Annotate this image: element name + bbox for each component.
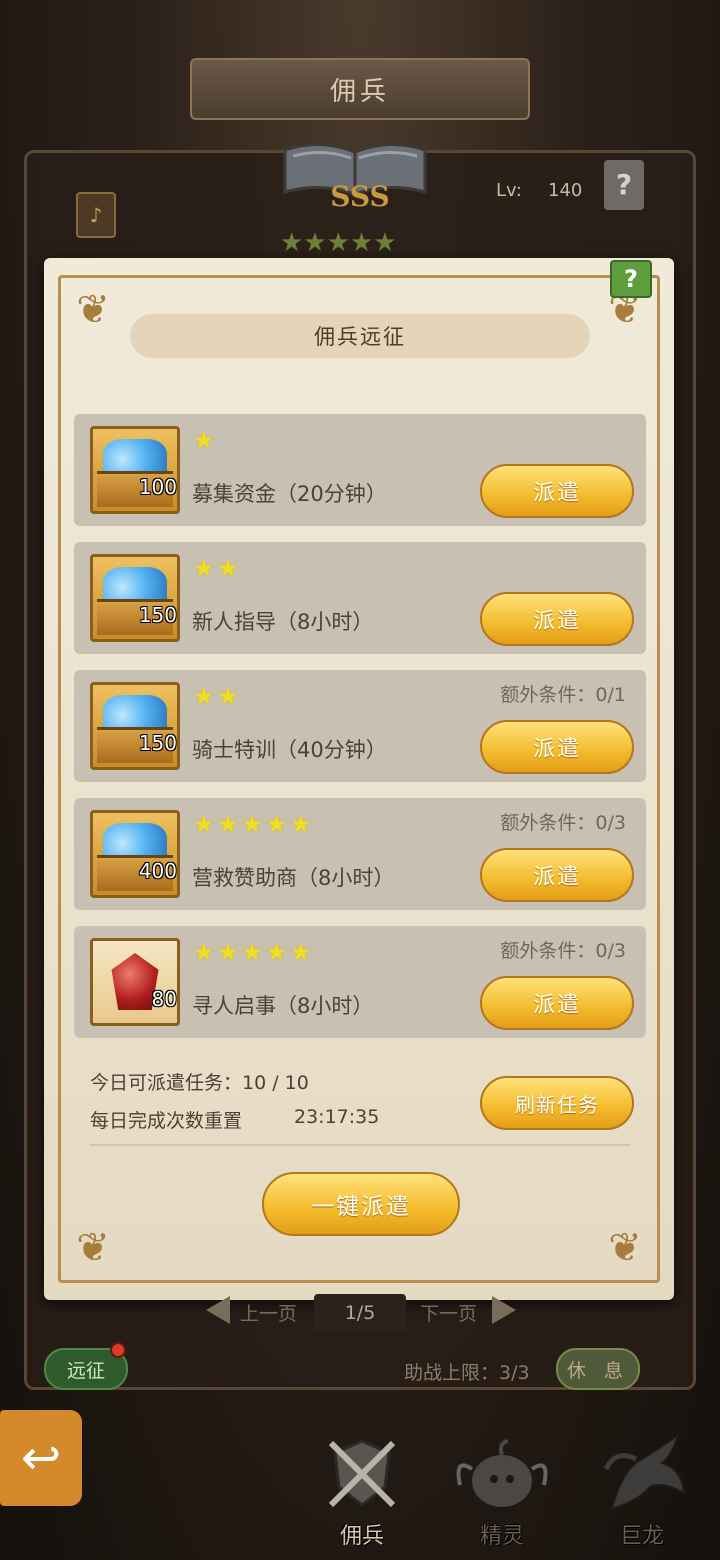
lyre-icon[interactable]: ♪ xyxy=(76,192,116,238)
task-stars: ★★ xyxy=(192,682,241,712)
nav-label: 佣兵 xyxy=(339,1524,384,1549)
reward-quantity: 100 xyxy=(138,475,177,499)
dispatch-button[interactable]: 派遣 xyxy=(480,720,634,774)
next-page-arrow-icon[interactable] xyxy=(492,1296,516,1324)
reset-timer: 23:17:35 xyxy=(294,1106,380,1128)
divider xyxy=(90,1144,630,1146)
level-label: Lv: xyxy=(496,180,522,201)
task-name: 新人指导（8小时） xyxy=(192,610,374,634)
dispatch-button[interactable]: 派遣 xyxy=(480,848,634,902)
help-button[interactable]: ? xyxy=(604,160,644,210)
reward-quantity: 150 xyxy=(138,731,177,755)
gem-chest-icon: 150 xyxy=(90,682,180,770)
dragon-icon xyxy=(592,1424,692,1524)
rank-stars: ★★★★★ xyxy=(280,228,397,258)
notification-dot xyxy=(110,1342,126,1358)
one-click-dispatch-button[interactable]: 一键派遣 xyxy=(262,1172,460,1236)
nav-item-dragon[interactable]: 巨龙 xyxy=(572,1410,712,1550)
nav-label: 精灵 xyxy=(479,1524,524,1549)
task-row: 100 ★ 募集资金（20分钟） 派遣 xyxy=(74,414,646,526)
back-arrow-icon[interactable]: ↩ xyxy=(0,1410,82,1506)
gem-chest-icon: 100 xyxy=(90,426,180,514)
next-page-button[interactable]: 下一页 xyxy=(420,1294,477,1330)
refresh-tasks-button[interactable]: 刷新任务 xyxy=(480,1076,634,1130)
spirit-blob-icon xyxy=(452,1424,552,1524)
level-value: 140 xyxy=(548,180,583,201)
reward-quantity: 400 xyxy=(138,859,177,883)
task-name: 营救赞助商（8小时） xyxy=(192,866,395,890)
nav-label: 巨龙 xyxy=(619,1524,664,1549)
gem-chest-icon: 150 xyxy=(90,554,180,642)
ruby-crystal-icon: 80 xyxy=(90,938,180,1026)
daily-tasks-count: 今日可派遣任务：10 / 10 xyxy=(90,1072,309,1094)
task-stars: ★ xyxy=(192,426,217,456)
rank-badge: SSS xyxy=(330,180,390,213)
rest-button[interactable]: 休 息 xyxy=(556,1348,640,1390)
dispatch-button[interactable]: 派遣 xyxy=(480,464,634,518)
task-row: 150 ★★ 骑士特训（40分钟） 额外条件：0/1 派遣 xyxy=(74,670,646,782)
task-name: 寻人启事（8小时） xyxy=(192,994,374,1018)
extra-condition: 额外条件：0/3 xyxy=(500,940,626,962)
task-stars: ★★★★★ xyxy=(192,810,314,840)
nav-item-spirit[interactable]: 精灵 xyxy=(432,1410,572,1550)
reset-label: 每日完成次数重置 xyxy=(90,1110,243,1132)
extra-condition: 额外条件：0/3 xyxy=(500,812,626,834)
nav-item-mercenary[interactable]: 佣兵 xyxy=(292,1410,432,1550)
page-title: 佣兵 xyxy=(190,58,530,120)
reward-quantity: 150 xyxy=(138,603,177,627)
crossed-swords-shield-icon xyxy=(312,1424,412,1524)
dispatch-button[interactable]: 派遣 xyxy=(480,592,634,646)
gem-chest-icon: 400 xyxy=(90,810,180,898)
task-row: 400 ★★★★★ 营救赞助商（8小时） 额外条件：0/3 派遣 xyxy=(74,798,646,910)
task-stars: ★★ xyxy=(192,554,241,584)
prev-page-arrow-icon[interactable] xyxy=(206,1296,230,1324)
dispatch-button[interactable]: 派遣 xyxy=(480,976,634,1030)
reward-quantity: 80 xyxy=(151,987,177,1011)
task-row: 150 ★★ 新人指导（8小时） 派遣 xyxy=(74,542,646,654)
task-row: 80 ★★★★★ 寻人启事（8小时） 额外条件：0/3 派遣 xyxy=(74,926,646,1038)
task-name: 骑士特训（40分钟） xyxy=(192,738,387,762)
page-indicator: 1/5 xyxy=(314,1294,406,1332)
task-name: 募集资金（20分钟） xyxy=(192,482,387,506)
extra-condition: 额外条件：0/1 xyxy=(500,684,626,706)
task-stars: ★★★★★ xyxy=(192,938,314,968)
assist-limit: 助战上限：3/3 xyxy=(404,1362,530,1384)
prev-page-button[interactable]: 上一页 xyxy=(240,1294,297,1330)
panel-title: 佣兵远征 xyxy=(130,314,590,358)
panel-help-button[interactable]: ? xyxy=(610,260,652,298)
